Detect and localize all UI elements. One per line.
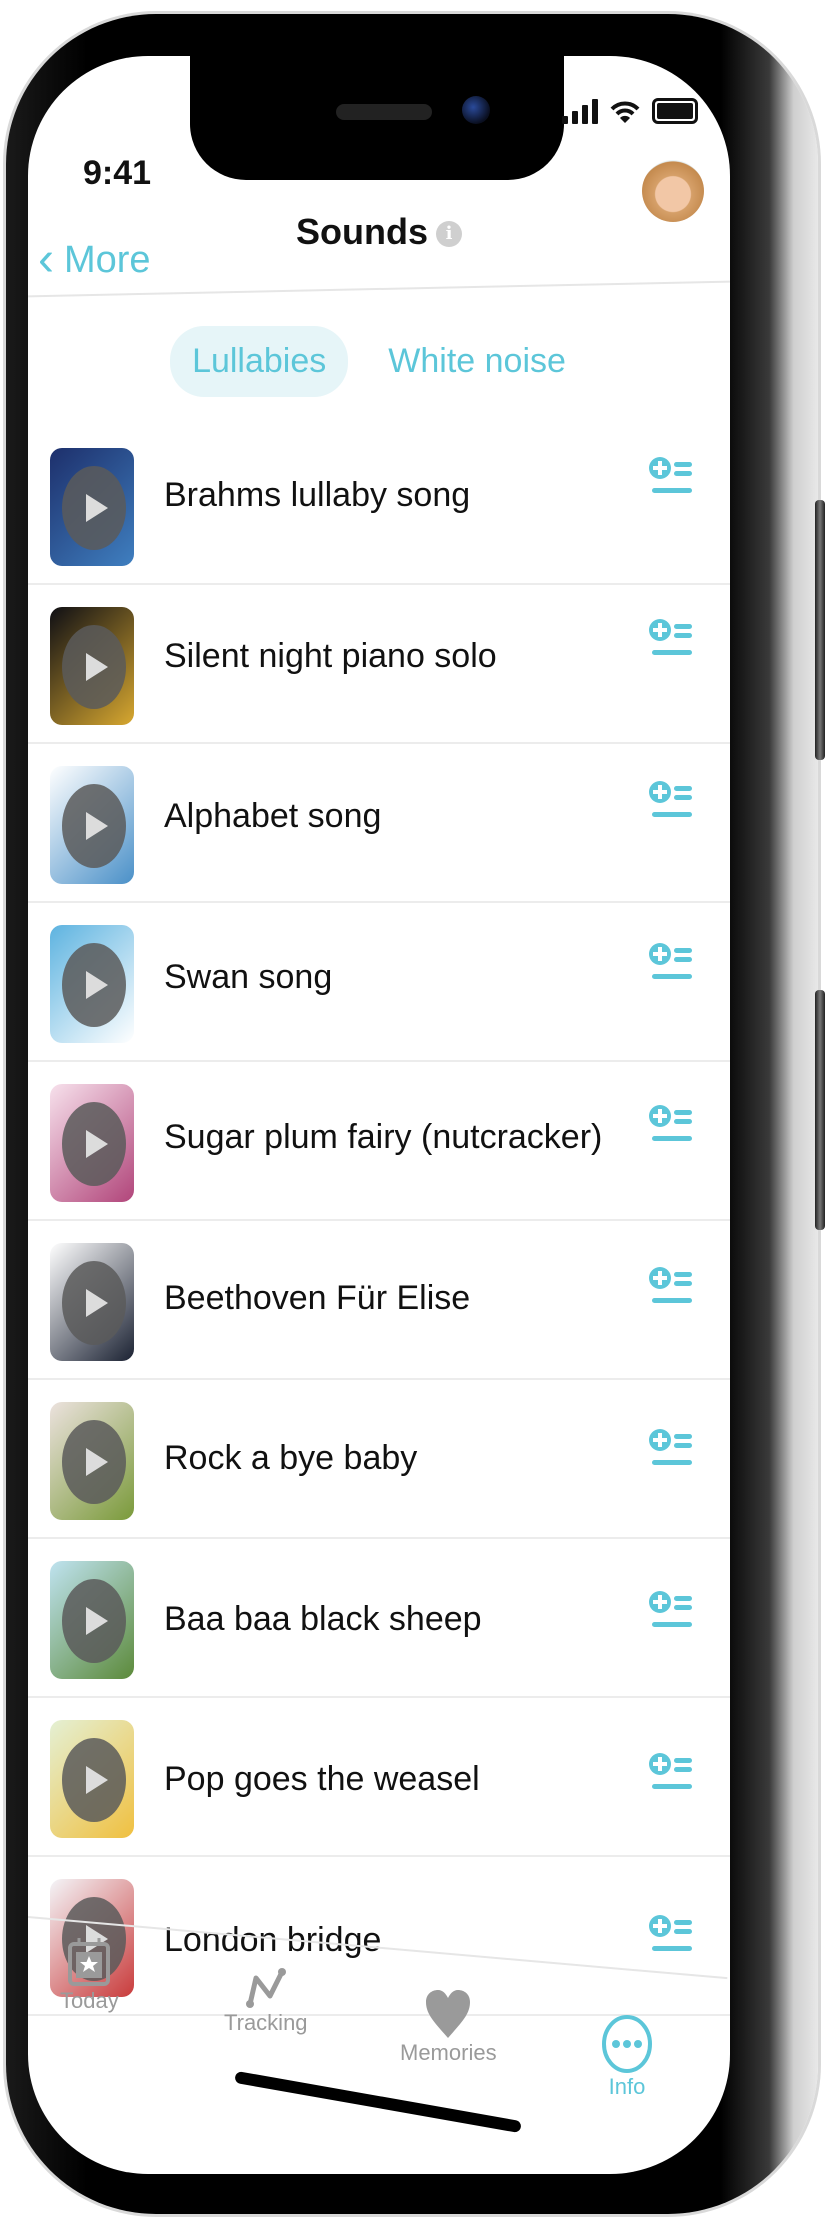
tab-white-noise[interactable]: White noise xyxy=(366,326,588,397)
add-to-playlist-icon[interactable] xyxy=(648,1428,694,1474)
add-to-playlist-icon[interactable] xyxy=(648,942,694,988)
tab-bar-info-label: Info xyxy=(608,2074,646,2099)
wifi-icon xyxy=(610,101,640,123)
add-to-playlist-icon[interactable] xyxy=(648,1590,694,1636)
back-label: More xyxy=(63,238,151,281)
tab-bar-tracking[interactable]: Tracking xyxy=(224,1966,308,2036)
sound-title: Rock a bye baby xyxy=(164,1439,418,1477)
page-title-text: Sounds xyxy=(296,211,428,252)
tab-bar-memories[interactable]: Memories xyxy=(400,1988,497,2066)
play-icon[interactable] xyxy=(62,466,126,550)
sound-row[interactable]: Brahms lullaby song xyxy=(28,426,730,585)
sound-row[interactable]: Alphabet song xyxy=(28,744,730,903)
sound-row[interactable]: Pop goes the weasel xyxy=(28,1698,730,1857)
add-to-playlist-icon[interactable] xyxy=(648,1266,694,1312)
sound-thumbnail xyxy=(50,1561,134,1679)
heart-icon xyxy=(426,1990,471,2038)
sound-row[interactable]: Baa baa black sheep xyxy=(28,1539,730,1698)
tab-bar-tracking-label: Tracking xyxy=(224,2010,308,2035)
tab-bar-info[interactable]: Info xyxy=(600,2014,654,2100)
line-chart-icon xyxy=(245,1968,286,2008)
add-to-playlist-icon[interactable] xyxy=(648,780,694,826)
sound-title: Brahms lullaby song xyxy=(164,476,471,514)
sound-thumbnail xyxy=(50,1243,134,1361)
signal-icon xyxy=(562,98,598,124)
play-icon[interactable] xyxy=(62,625,126,709)
sound-title: Silent night piano solo xyxy=(164,636,497,675)
sound-thumbnail xyxy=(50,1084,134,1202)
sound-title: Baa baa black sheep xyxy=(164,1599,482,1638)
tab-bar-today-label: Today xyxy=(60,1988,119,2013)
play-icon[interactable] xyxy=(62,1420,126,1504)
sound-list: Brahms lullaby song Silent night piano so… xyxy=(28,426,730,2016)
play-icon[interactable] xyxy=(62,1579,126,1663)
play-icon[interactable] xyxy=(62,1102,126,1186)
add-to-playlist-icon[interactable] xyxy=(648,1104,694,1150)
sound-thumbnail xyxy=(50,925,134,1043)
more-circle-icon xyxy=(602,2015,652,2073)
side-button xyxy=(815,500,825,760)
sound-thumbnail xyxy=(50,1720,134,1838)
play-icon[interactable] xyxy=(62,784,126,868)
sound-row[interactable]: Rock a bye baby xyxy=(28,1380,730,1539)
play-icon[interactable] xyxy=(62,1261,126,1345)
front-camera xyxy=(462,96,490,124)
tab-bar-today[interactable]: Today xyxy=(60,1936,119,2014)
tab-bar: Today Tracking Memories Info xyxy=(28,1916,730,2116)
sound-row[interactable]: Sugar plum fairy (nutcracker) xyxy=(28,1062,730,1221)
chevron-left-icon: ‹ xyxy=(38,233,54,286)
tab-bar-memories-label: Memories xyxy=(400,2040,497,2065)
status-time: 9:41 xyxy=(83,154,152,192)
play-icon[interactable] xyxy=(62,1738,126,1822)
add-to-playlist-icon[interactable] xyxy=(648,456,694,502)
sound-thumbnail xyxy=(50,1402,134,1520)
sound-row[interactable]: Swan song xyxy=(28,903,730,1062)
sound-thumbnail xyxy=(50,448,134,566)
sound-title: Swan song xyxy=(164,957,333,996)
battery-icon xyxy=(652,98,698,124)
sound-title: Alphabet song xyxy=(164,797,382,835)
add-to-playlist-icon[interactable] xyxy=(648,1752,694,1798)
sound-title: Sugar plum fairy (nutcracker) xyxy=(164,1118,603,1156)
tab-bar-divider xyxy=(28,1916,728,1980)
sound-title: Pop goes the weasel xyxy=(164,1760,480,1798)
info-icon[interactable]: i xyxy=(436,221,462,248)
play-icon[interactable] xyxy=(62,943,126,1027)
notch xyxy=(190,56,564,180)
sound-row[interactable]: Beethoven Für Elise xyxy=(28,1221,730,1380)
sound-thumbnail xyxy=(50,766,134,884)
sound-row[interactable]: Silent night piano solo xyxy=(28,585,730,744)
calendar-star-icon xyxy=(68,1938,111,1986)
app-screen: 9:41 Sounds i ‹ More Lullabies White nois… xyxy=(28,56,730,2174)
speaker-grille xyxy=(336,104,432,120)
back-button[interactable]: ‹ More xyxy=(38,236,151,284)
segment-tabs: Lullabies White noise xyxy=(28,326,730,397)
sound-title: Beethoven Für Elise xyxy=(164,1278,471,1317)
tab-lullabies[interactable]: Lullabies xyxy=(170,326,349,397)
add-to-playlist-icon[interactable] xyxy=(648,618,694,664)
volume-button xyxy=(815,990,825,1230)
status-icons xyxy=(562,98,698,124)
sound-thumbnail xyxy=(50,607,134,725)
